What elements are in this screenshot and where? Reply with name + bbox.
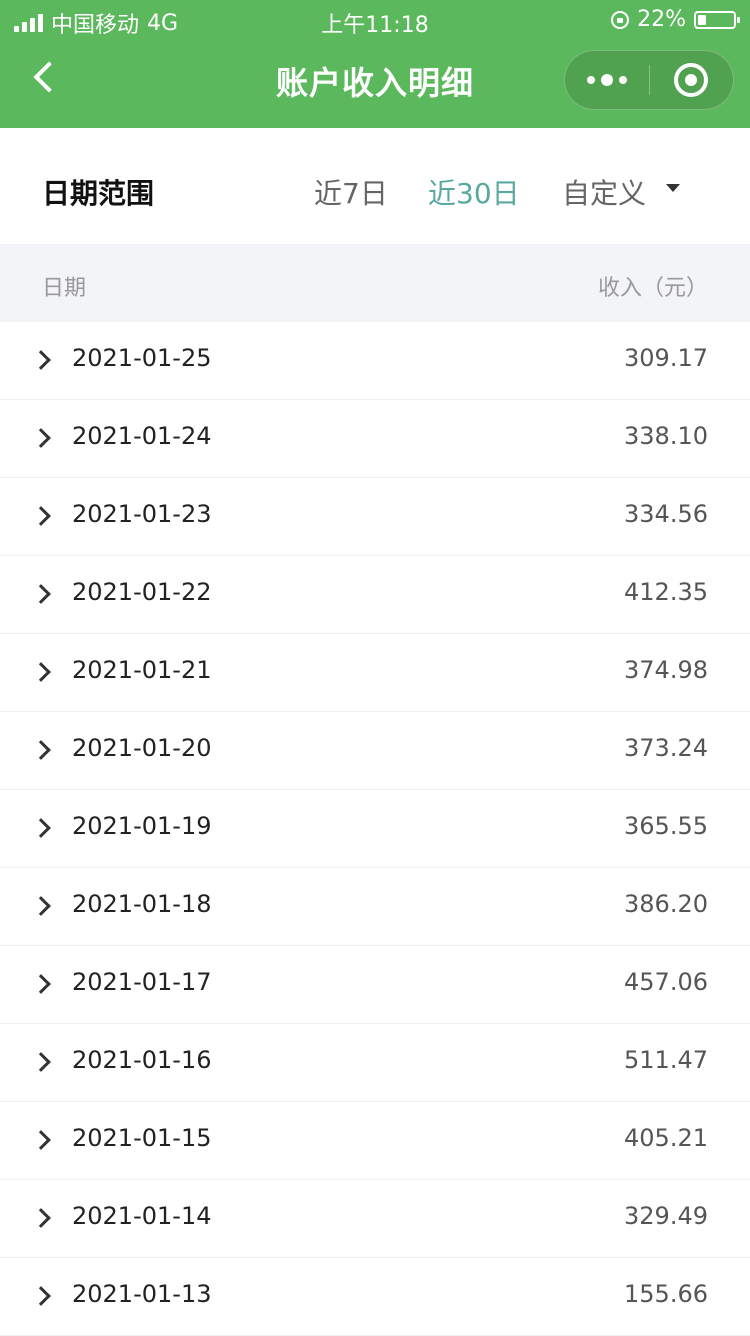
row-date: 2021-01-20 [72,734,212,762]
row-amount: 155.66 [624,1280,708,1308]
row-amount: 374.98 [624,656,708,684]
table-row[interactable]: 2021-01-18 386.20 [0,868,750,946]
table-row[interactable]: 2021-01-16 511.47 [0,1024,750,1102]
status-right: 22% [611,7,740,32]
row-date: 2021-01-13 [72,1280,212,1308]
chevron-right-icon [31,1052,51,1072]
row-amount: 338.10 [624,422,708,450]
row-amount: 457.06 [624,968,708,996]
table-header: 日期 收入（元） [0,244,750,322]
caret-down-icon[interactable] [666,184,680,192]
table-row[interactable]: 2021-01-24 338.10 [0,400,750,478]
row-amount: 365.55 [624,812,708,840]
row-date: 2021-01-22 [72,578,212,606]
row-date: 2021-01-16 [72,1046,212,1074]
row-date: 2021-01-24 [72,422,212,450]
row-amount: 309.17 [624,344,708,372]
table-row[interactable]: 2021-01-20 373.24 [0,712,750,790]
chevron-right-icon [31,350,51,370]
chevron-right-icon [31,1208,51,1228]
filter-option-30-days[interactable]: 近30日 [428,172,520,212]
row-date: 2021-01-14 [72,1202,212,1230]
column-header-date: 日期 [42,276,87,301]
row-amount: 334.56 [624,500,708,528]
row-date: 2021-01-18 [72,890,212,918]
close-program-button[interactable] [650,63,734,97]
date-range-label: 日期范围 [42,177,155,210]
chevron-right-icon [31,506,51,526]
row-date: 2021-01-21 [72,656,212,684]
table-row[interactable]: 2021-01-14 329.49 [0,1180,750,1258]
nav-bar: 账户收入明细 [0,40,750,128]
orientation-lock-icon [611,10,630,29]
income-list: 2021-01-25 309.17 2021-01-24 338.10 2021-0… [0,322,750,1336]
table-row[interactable]: 2021-01-15 405.21 [0,1102,750,1180]
top-bar: 中国移动 4G 上午11:18 22% 账户收入明细 [0,0,750,128]
more-menu-button[interactable] [565,74,649,86]
battery-percent: 22% [637,7,686,32]
table-row[interactable]: 2021-01-25 309.17 [0,322,750,400]
row-date: 2021-01-15 [72,1124,212,1152]
row-amount: 373.24 [624,734,708,762]
table-row[interactable]: 2021-01-13 155.66 [0,1258,750,1336]
date-range-filter: 日期范围 近7日 近30日 自定义 [0,128,750,244]
chevron-right-icon [31,584,51,604]
row-amount: 386.20 [624,890,708,918]
row-amount: 511.47 [624,1046,708,1074]
filter-option-custom[interactable]: 自定义 [562,172,646,212]
chevron-right-icon [31,818,51,838]
table-row[interactable]: 2021-01-21 374.98 [0,634,750,712]
table-row[interactable]: 2021-01-23 334.56 [0,478,750,556]
chevron-right-icon [31,1286,51,1306]
chevron-right-icon [31,428,51,448]
status-bar: 中国移动 4G 上午11:18 22% [0,0,750,40]
row-date: 2021-01-17 [72,968,212,996]
chevron-right-icon [31,1130,51,1150]
chevron-right-icon [31,896,51,916]
table-row[interactable]: 2021-01-22 412.35 [0,556,750,634]
row-amount: 329.49 [624,1202,708,1230]
chevron-right-icon [31,662,51,682]
row-date: 2021-01-19 [72,812,212,840]
chevron-right-icon [31,974,51,994]
chevron-right-icon [31,740,51,760]
row-date: 2021-01-23 [72,500,212,528]
row-amount: 405.21 [624,1124,708,1152]
table-row[interactable]: 2021-01-19 365.55 [0,790,750,868]
battery-icon [694,10,740,29]
target-icon [674,63,709,97]
row-date: 2021-01-25 [72,344,212,372]
table-row[interactable]: 2021-01-17 457.06 [0,946,750,1024]
column-header-income: 收入（元） [597,276,708,301]
filter-option-7-days[interactable]: 近7日 [314,172,388,212]
row-amount: 412.35 [624,578,708,606]
mini-program-capsule [564,50,734,110]
